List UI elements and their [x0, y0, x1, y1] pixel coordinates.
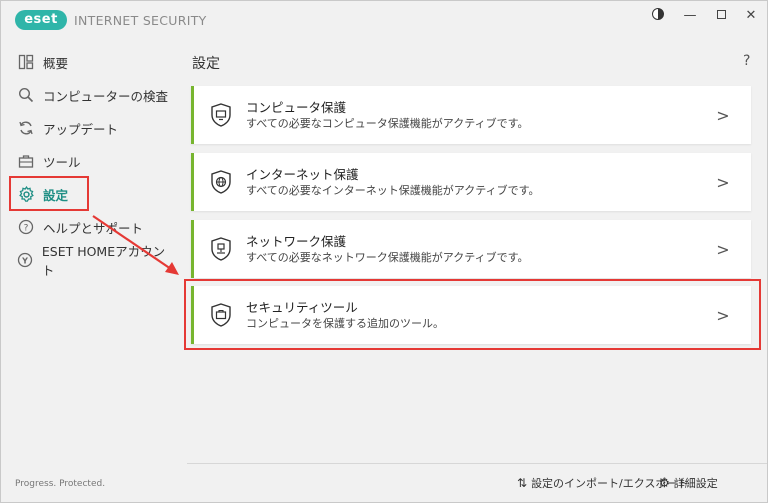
eset-logo: eset [15, 10, 67, 30]
card-computer-protection[interactable]: コンピュータ保護 すべての必要なコンピュータ保護機能がアクティブです。 > [191, 86, 751, 144]
sidebar-item-computer-scan[interactable]: コンピューターの検査 [9, 80, 169, 110]
theme-toggle-icon[interactable] [652, 8, 664, 20]
advanced-settings-label: 詳細設定 [673, 477, 718, 490]
import-export-icon: ⇅ [517, 476, 528, 490]
sidebar-item-label: コンピューターの検査 [43, 88, 169, 104]
status-text: Progress. Protected. [15, 479, 106, 489]
card-title: コンピュータ保護 [246, 99, 347, 115]
bottom-divider [187, 463, 767, 464]
app-window: eset INTERNET SECURITY — ✕ 概要 コンピューターの検査… [0, 0, 768, 503]
sidebar: 概要 コンピューターの検査 アップデート ツール 設定 ? ヘルプとサポート Y… [1, 45, 173, 485]
maximize-button[interactable] [710, 6, 732, 26]
card-title: ネットワーク保護 [246, 233, 347, 249]
globe-shield-icon [210, 170, 232, 194]
app-title: INTERNET SECURITY [74, 13, 207, 28]
card-title: インターネット保護 [246, 166, 359, 182]
sidebar-item-label: ESET HOMEアカウント [41, 244, 166, 278]
sidebar-item-label: ツール [43, 154, 81, 170]
overview-icon [17, 53, 35, 71]
page-title: 設定 [192, 56, 220, 72]
close-button[interactable]: ✕ [740, 6, 762, 26]
eset-home-icon: Y [17, 251, 34, 269]
sidebar-item-tools[interactable]: ツール [9, 146, 169, 176]
svg-text:?: ? [24, 224, 29, 234]
sidebar-item-label: 概要 [43, 55, 69, 71]
svg-text:Y: Y [22, 257, 29, 266]
card-internet-protection[interactable]: インターネット保護 すべての必要なインターネット保護機能がアクティブです。 > [191, 153, 751, 211]
minimize-button[interactable]: — [679, 6, 701, 26]
advanced-settings-link[interactable]: ⚙ 詳細設定 [659, 475, 718, 491]
network-shield-icon [210, 237, 232, 261]
chevron-right-icon: > [716, 105, 730, 125]
chevron-right-icon: > [716, 239, 730, 259]
gear-icon: ⚙ [659, 476, 670, 490]
card-network-protection[interactable]: ネットワーク保護 すべての必要なネットワーク保護機能がアクティブです。 > [191, 220, 751, 278]
toolbox-icon [17, 152, 35, 170]
card-description: すべての必要なネットワーク保護機能がアクティブです。 [246, 250, 529, 264]
monitor-shield-icon [210, 103, 232, 127]
sidebar-item-label: アップデート [43, 121, 119, 137]
security-tools-highlight-box [184, 279, 761, 350]
sidebar-item-label: ヘルプとサポート [43, 220, 144, 236]
help-button[interactable]: ? [743, 53, 750, 69]
sidebar-item-update[interactable]: アップデート [9, 113, 169, 143]
sidebar-item-help-support[interactable]: ? ヘルプとサポート [9, 212, 169, 242]
card-description: すべての必要なコンピュータ保護機能がアクティブです。 [246, 116, 529, 130]
settings-highlight-box [9, 176, 89, 211]
help-icon: ? [17, 218, 35, 236]
chevron-right-icon: > [716, 172, 730, 192]
sidebar-item-eset-home[interactable]: Y ESET HOMEアカウント [9, 244, 169, 278]
refresh-icon [17, 119, 35, 137]
search-icon [17, 86, 35, 104]
sidebar-item-overview[interactable]: 概要 [9, 47, 169, 77]
title-bar: eset INTERNET SECURITY — ✕ [1, 1, 767, 37]
card-description: すべての必要なインターネット保護機能がアクティブです。 [246, 183, 540, 197]
